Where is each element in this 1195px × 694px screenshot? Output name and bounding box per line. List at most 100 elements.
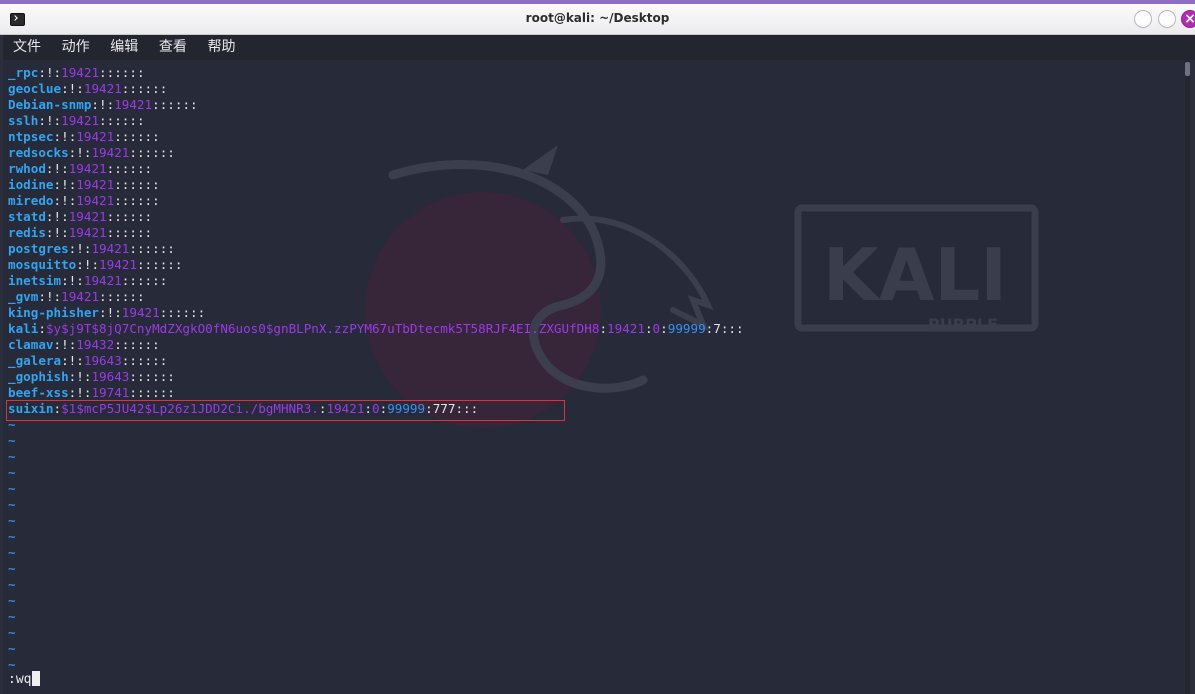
password-field: ! [61,193,69,208]
separator: : [61,209,69,224]
scrollbar-thumb[interactable] [1185,62,1190,76]
trailing-fields: :::::: [106,161,153,176]
menu-bar: 文件 动作 编辑 查看 帮助 [3,35,1195,60]
vim-command-line[interactable]: :wq [8,671,41,687]
trailing-fields: :::::: [114,177,160,192]
empty-line-marker: ~ [8,577,16,592]
empty-line-marker: ~ [8,625,16,640]
empty-line-marker: ~ [8,513,16,528]
min-days: 0 [652,321,661,336]
shadow-line: iodine:!:19421:::::: [8,177,744,193]
username: clamav [8,337,54,352]
menu-help[interactable]: 帮助 [208,35,236,60]
trailing-fields: :::::: [121,353,168,368]
separator: : [76,273,84,288]
menu-action[interactable]: 动作 [62,35,90,60]
password-field: ! [99,97,107,112]
username: king-phisher [8,305,99,320]
shadow-line: kali: $y$j9T$8jQ7CnyMdZXgkO0fN6uos0$gnBLP… [8,321,744,337]
shadow-line: sslh:!:19421:::::: [8,113,744,129]
separator: : [644,321,653,336]
username: kali [8,321,39,336]
username: redis [8,225,46,240]
terminal-area[interactable]: KALI PURPLE _rpc:!:19421:::::: geoclue:!:… [3,60,1190,694]
vertical-scrollbar[interactable] [1185,60,1190,694]
empty-line-marker: ~ [8,481,16,496]
username: geoclue [8,81,62,96]
last-change-days: 19421 [61,113,100,128]
password-field: ! [45,113,54,128]
shadow-line: miredo:!:19421:::::: [8,193,744,209]
separator: : [76,257,84,272]
last-change-days: 19421 [607,321,645,336]
password-hash: $y$j9T$8jQ7CnyMdZXgkO0fN6uos0$gnBLPnX.zz… [45,321,600,336]
last-change-days: 19421 [68,225,107,240]
separator: : [53,337,62,352]
shadow-line: clamav:!:19432:::::: [8,337,744,353]
shadow-line: postgres:!:19421:::::: [8,241,744,257]
username: beef-xss [8,385,69,400]
username: sslh [8,113,39,128]
shadow-line: redsocks:!:19421:::::: [8,145,744,161]
maximize-button[interactable] [1158,10,1176,28]
wallpaper-logo-subtext: PURPLE [928,315,998,334]
shadow-line: geoclue:!:19421:::::: [8,81,744,97]
separator: : [45,161,54,176]
vim-buffer[interactable]: _rpc:!:19421:::::: geoclue:!:19421:::::: D… [8,65,744,673]
username: _galera [8,353,62,368]
trailing-fields: :::::: [121,273,168,288]
separator: : [53,129,62,144]
menu-view[interactable]: 查看 [159,35,187,60]
last-change-days: 19421 [83,81,122,96]
separator: : [91,97,99,112]
last-change-days: 19432 [76,337,115,352]
separator: : [53,177,62,192]
shadow-line: redis:!:19421:::::: [8,225,744,241]
menu-edit[interactable]: 编辑 [110,35,138,60]
password-field: ! [53,209,62,224]
separator: : [53,65,62,80]
separator: : [38,113,46,128]
separator: : [53,289,62,304]
minimize-button[interactable] [1134,10,1152,28]
separator: : [53,193,62,208]
separator: : [38,289,46,304]
shadow-line: king-phisher:!:19421:::::: [8,305,744,321]
separator: : [114,305,122,320]
separator: : [99,305,107,320]
last-change-days: 19421 [68,209,107,224]
password-field: ! [61,337,69,352]
warn-days: 7 [713,321,721,336]
trailing-fields: :::::: [121,81,168,96]
empty-line-marker: ~ [8,561,16,576]
trailing-fields: :::::: [106,225,153,240]
username: Debian-snmp [8,97,92,112]
separator: : [61,353,69,368]
last-change-days: 19421 [121,305,160,320]
empty-line-marker: ~ [8,529,16,544]
username: miredo [8,193,54,208]
last-change-days: 19421 [114,97,153,112]
empty-line-marker: ~ [8,433,16,448]
empty-line-marker: ~ [8,593,16,608]
empty-line-marker: ~ [8,449,16,464]
last-change-days: 19643 [91,369,130,384]
username: _gophish [8,369,69,384]
menu-file[interactable]: 文件 [13,35,41,60]
window-title: root@kali: ~/Desktop [525,11,670,25]
separator: : [660,321,668,336]
close-button[interactable]: × [1181,10,1195,28]
trailing-fields: :::::: [106,209,153,224]
separator: : [38,65,46,80]
password-field: ! [45,289,54,304]
command-text: :wq [8,672,32,687]
window-titlebar[interactable]: root@kali: ~/Desktop × [0,4,1195,35]
shadow-line: _gvm:!:19421:::::: [8,289,744,305]
password-field: ! [76,369,84,384]
trailing-fields: :::::: [99,289,145,304]
username: ntpsec [8,129,54,144]
separator: : [91,257,100,272]
max-days: 99999 [667,321,706,336]
username: _gvm [8,289,39,304]
last-change-days: 19421 [91,145,130,160]
